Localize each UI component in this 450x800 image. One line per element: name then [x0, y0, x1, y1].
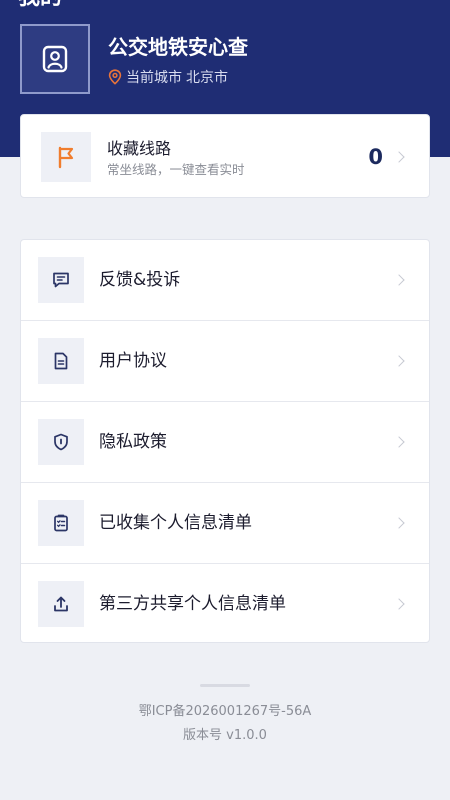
- menu-icon-box: [38, 581, 84, 627]
- chevron-right-icon: [393, 151, 405, 163]
- menu-item-user-agreement[interactable]: 用户协议: [21, 321, 429, 402]
- city-label: 当前城市: [126, 70, 182, 86]
- user-badge-icon: [40, 44, 70, 74]
- favorite-routes-title: 收藏线路: [107, 139, 172, 158]
- footer-divider: [200, 684, 250, 687]
- menu-item-privacy-policy[interactable]: 隐私政策: [21, 402, 429, 483]
- feedback-message-icon: [51, 270, 71, 290]
- favorite-routes-subtitle: 常坐线路，一键查看实时: [107, 162, 245, 177]
- settings-menu: 反馈&投诉 用户协议 隐私政策 已收集个人信息清单 第三方共享个人信息清单: [20, 239, 430, 643]
- shield-icon: [51, 432, 71, 452]
- menu-label: 隐私政策: [99, 432, 167, 452]
- menu-item-third-party-sharing-list[interactable]: 第三方共享个人信息清单: [21, 564, 429, 645]
- menu-icon-box: [38, 338, 84, 384]
- menu-item-collected-info-list[interactable]: 已收集个人信息清单: [21, 483, 429, 564]
- city-name: 北京市: [186, 70, 228, 86]
- app-version: 版本号 v1.0.0: [183, 728, 267, 743]
- chevron-right-icon: [393, 517, 405, 529]
- share-upload-icon: [51, 594, 71, 614]
- location-pin-icon: [108, 69, 122, 85]
- menu-icon-box: [38, 257, 84, 303]
- menu-label: 反馈&投诉: [99, 270, 181, 290]
- chevron-right-icon: [393, 274, 405, 286]
- favorite-routes-count: 0: [368, 145, 383, 169]
- chevron-right-icon: [393, 355, 405, 367]
- page-title: 我的: [18, 0, 62, 10]
- chevron-right-icon: [393, 598, 405, 610]
- checklist-clipboard-icon: [51, 513, 71, 533]
- menu-item-feedback[interactable]: 反馈&投诉: [21, 240, 429, 321]
- flag-icon: [55, 145, 77, 169]
- menu-label: 用户协议: [99, 351, 167, 371]
- app-name: 公交地铁安心查: [108, 35, 248, 59]
- chevron-right-icon: [393, 436, 405, 448]
- menu-icon-box: [38, 500, 84, 546]
- icp-license[interactable]: 鄂ICP备2026001267号-56A: [0, 703, 450, 721]
- document-icon: [51, 351, 71, 371]
- menu-icon-box: [38, 419, 84, 465]
- menu-label: 第三方共享个人信息清单: [99, 594, 286, 614]
- favorite-routes-card[interactable]: 收藏线路 常坐线路，一键查看实时 0: [20, 114, 430, 198]
- favorite-icon-box: [41, 132, 91, 182]
- avatar[interactable]: [20, 24, 90, 94]
- menu-label: 已收集个人信息清单: [99, 513, 252, 533]
- current-city[interactable]: 当前城市 北京市: [108, 67, 228, 87]
